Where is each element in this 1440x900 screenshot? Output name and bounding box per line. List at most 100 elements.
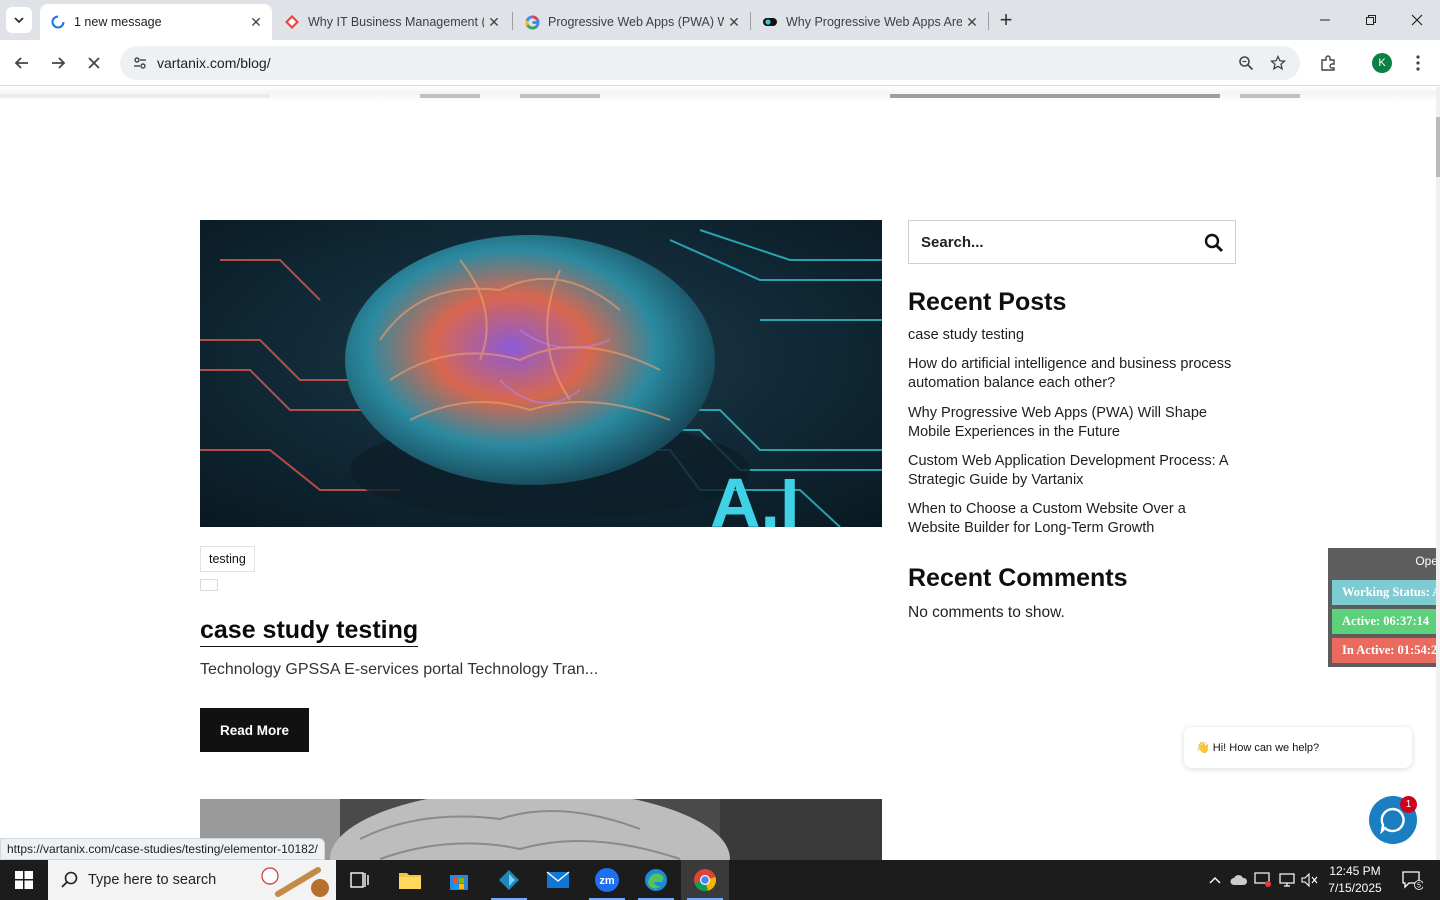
baseball-doodle-icon: [261, 867, 329, 897]
close-window-button[interactable]: [1394, 0, 1440, 40]
vscode-like-app[interactable]: [485, 860, 533, 900]
tab-title: Progressive Web Apps (PWA) W: [548, 15, 724, 29]
post-title-link[interactable]: case study testing: [200, 614, 419, 647]
search-icon[interactable]: [1203, 232, 1225, 254]
address-bar[interactable]: vartanix.com/blog/: [120, 46, 1300, 80]
read-more-button[interactable]: Read More: [200, 708, 309, 752]
post-excerpt: Technology GPSSA E-services portal Techn…: [200, 661, 599, 678]
taskbar-search-box[interactable]: Type here to search: [48, 860, 336, 900]
edge-app[interactable]: [632, 860, 680, 900]
back-arrow-icon: [14, 57, 28, 69]
work-status-tracker-widget[interactable]: Ope Working Status: A Active: 06:37:14 I…: [1328, 548, 1436, 667]
web-page: A.I testing case study testing Technolog…: [0, 87, 1436, 860]
search-icon: [61, 871, 78, 888]
zoom-icon: zm: [595, 868, 619, 892]
restore-button[interactable]: [1348, 0, 1394, 40]
recent-post-link[interactable]: When to Choose a Custom Website Over a W…: [908, 500, 1238, 538]
action-center-button[interactable]: 5: [1392, 860, 1432, 900]
task-view-icon: [350, 872, 369, 888]
volume-tray-icon[interactable]: [1299, 860, 1321, 900]
recent-post-link[interactable]: case study testing: [908, 326, 1238, 345]
close-tab-icon[interactable]: ✕: [246, 12, 266, 32]
zoom-app[interactable]: zm: [583, 860, 631, 900]
page-scrollbar[interactable]: [1436, 87, 1440, 860]
tab-title: Why Progressive Web Apps Are: [786, 15, 962, 29]
zoom-icon[interactable]: [1234, 51, 1258, 75]
scrollbar-thumb[interactable]: [1436, 117, 1440, 177]
recent-post-link[interactable]: How do artificial intelligence and busin…: [908, 355, 1238, 393]
active-time-row: Active: 06:37:14: [1332, 609, 1436, 634]
forward-button[interactable]: [44, 49, 72, 77]
extensions-button[interactable]: [1314, 49, 1342, 77]
profile-button[interactable]: K: [1368, 49, 1396, 77]
close-icon: [1411, 14, 1423, 26]
speaker-muted-icon: [1301, 873, 1318, 887]
tab-separator: [512, 12, 513, 30]
tab-search-button[interactable]: [6, 7, 32, 33]
site-info-icon[interactable]: [128, 51, 152, 75]
more-vertical-icon: [1416, 55, 1420, 71]
file-explorer-app[interactable]: [386, 860, 434, 900]
browser-tab-strip: 1 new message ✕ Why IT Business Manageme…: [0, 0, 1440, 40]
notification-count: 5: [1417, 883, 1421, 890]
recent-posts-heading: Recent Posts: [908, 288, 1067, 316]
tab-separator: [988, 12, 989, 30]
inactive-time-row: In Active: 01:54:2: [1332, 638, 1436, 663]
minimize-icon: [1320, 19, 1330, 21]
new-tab-button[interactable]: +: [994, 7, 1018, 32]
search-placeholder: Search...: [921, 234, 984, 251]
browser-toolbar: vartanix.com/blog/ K: [0, 40, 1440, 86]
site-favicon-icon: [762, 14, 778, 30]
close-icon: [88, 57, 100, 69]
ai-image-text: A.I: [710, 464, 799, 527]
start-button[interactable]: [0, 860, 48, 900]
chrome-icon: [694, 869, 716, 892]
tab-it-business-management[interactable]: Why IT Business Management ( ✕: [274, 4, 510, 40]
back-button[interactable]: [8, 49, 36, 77]
post-featured-image[interactable]: A.I: [200, 220, 882, 527]
tab-why-progressive-web-apps[interactable]: Why Progressive Web Apps Are ✕: [752, 4, 988, 40]
cloud-icon: [1230, 875, 1248, 885]
puzzle-icon: [1321, 55, 1335, 71]
chat-greeting-bubble[interactable]: 👋 Hi! How can we help?: [1184, 727, 1412, 768]
monitor-alert-icon: [1254, 872, 1271, 887]
close-tab-icon[interactable]: ✕: [724, 12, 744, 32]
forward-arrow-icon: [52, 57, 66, 69]
tab-title: 1 new message: [74, 15, 162, 29]
browser-menu-button[interactable]: [1404, 49, 1432, 77]
network-tray-icon[interactable]: [1276, 860, 1298, 900]
folder-icon: [399, 873, 421, 889]
svg-text:zm: zm: [599, 875, 615, 887]
antivirus-tray-icon[interactable]: [1252, 860, 1274, 900]
onedrive-tray-icon[interactable]: [1228, 860, 1250, 900]
tab-separator: [750, 12, 751, 30]
chevron-down-icon: [14, 17, 24, 24]
chrome-app[interactable]: [681, 860, 729, 900]
windows-taskbar: Type here to search zm 12:45 PM 7/15/202…: [0, 860, 1440, 900]
minimize-button[interactable]: [1302, 0, 1348, 40]
recent-post-link[interactable]: Custom Web Application Development Proce…: [908, 452, 1238, 490]
avatar: K: [1372, 53, 1392, 73]
post-meta-placeholder: [200, 579, 218, 591]
tab-progressive-web-apps[interactable]: Progressive Web Apps (PWA) W ✕: [514, 4, 750, 40]
bookmark-star-icon[interactable]: [1266, 51, 1290, 75]
close-tab-icon[interactable]: ✕: [484, 12, 504, 32]
stop-loading-button[interactable]: [80, 49, 108, 77]
url-text: vartanix.com/blog/: [157, 55, 271, 71]
post-category-tag[interactable]: testing: [200, 546, 255, 572]
chat-unread-badge: 1: [1400, 796, 1417, 813]
recent-comments-heading: Recent Comments: [908, 564, 1128, 592]
search-input[interactable]: Search...: [908, 220, 1236, 264]
recent-post-link[interactable]: Why Progressive Web Apps (PWA) Will Shap…: [908, 404, 1238, 442]
microsoft-store-app[interactable]: [435, 860, 483, 900]
task-view-button[interactable]: [336, 860, 384, 900]
link-status-bar: https://vartanix.com/case-studies/testin…: [0, 838, 325, 860]
mail-app[interactable]: [534, 860, 582, 900]
tab-new-message[interactable]: 1 new message ✕: [40, 4, 272, 40]
taskbar-clock[interactable]: 12:45 PM 7/15/2025: [1322, 863, 1388, 897]
windows-logo-icon: [15, 871, 33, 889]
loading-spinner-icon: [50, 14, 66, 30]
show-hidden-icons-button[interactable]: [1204, 860, 1226, 900]
notification-icon: 5: [1402, 871, 1423, 890]
close-tab-icon[interactable]: ✕: [962, 12, 982, 32]
